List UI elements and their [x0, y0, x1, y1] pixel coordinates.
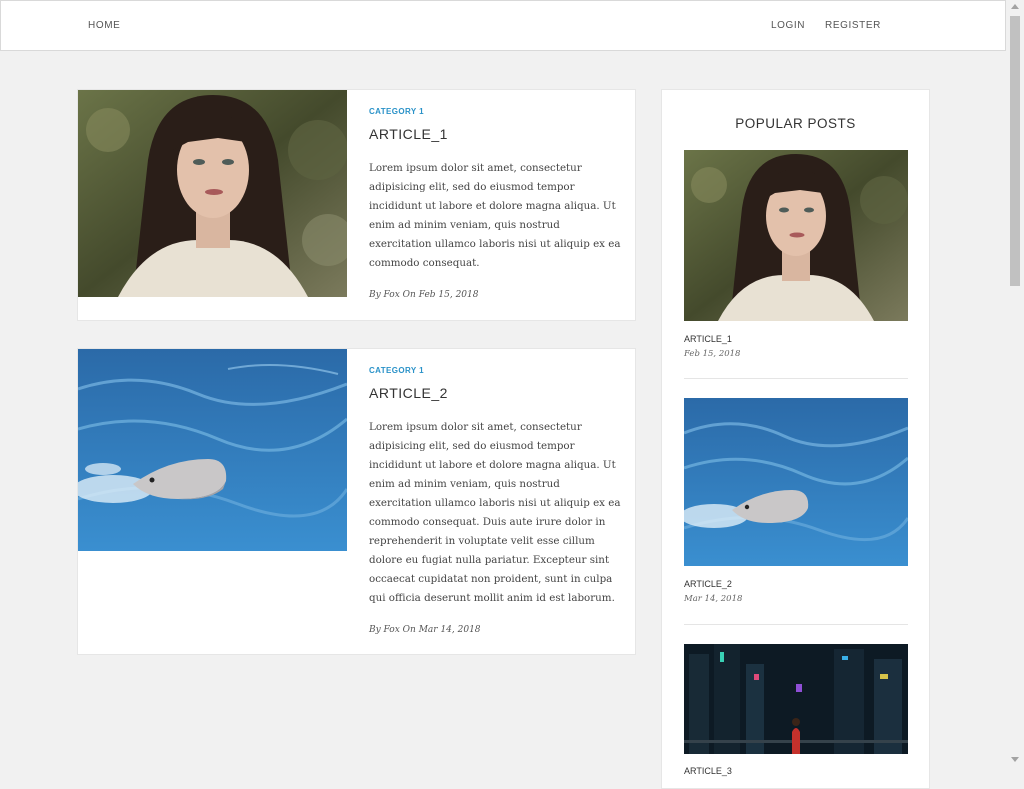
popular-post-title[interactable]: ARTICLE_1 [684, 334, 732, 344]
article-title[interactable]: ARTICLE_2 [369, 385, 448, 401]
popular-post-image-portrait[interactable] [684, 150, 908, 321]
nav-home-link[interactable]: HOME [88, 20, 120, 31]
scroll-up-icon[interactable] [1011, 4, 1019, 9]
popular-post-title[interactable]: ARTICLE_2 [684, 579, 732, 589]
popular-posts-sidebar: POPULAR POSTS ARTICLE_1 Feb 15, 2018 ART… [661, 89, 930, 789]
article-card: CATEGORY 1 ARTICLE_2 Lorem ipsum dolor s… [77, 348, 636, 655]
article-image-portrait[interactable] [78, 90, 347, 297]
article-category[interactable]: CATEGORY 1 [369, 366, 424, 375]
popular-post-date: Feb 15, 2018 [684, 349, 741, 359]
article-byline: By Fox On Feb 15, 2018 [369, 290, 479, 300]
popular-post-image-dolphin[interactable] [684, 398, 908, 566]
popular-post-date: Mar 14, 2018 [684, 594, 743, 604]
sidebar-title: POPULAR POSTS [735, 116, 856, 131]
article-category[interactable]: CATEGORY 1 [369, 107, 424, 116]
divider [684, 624, 908, 625]
scroll-down-icon[interactable] [1011, 757, 1019, 762]
page-scrollbar[interactable] [1007, 0, 1024, 768]
article-byline: By Fox On Mar 14, 2018 [369, 625, 481, 635]
nav-login-link[interactable]: LOGIN [771, 20, 805, 31]
divider [684, 378, 908, 379]
article-image-dolphin[interactable] [78, 349, 347, 551]
top-navbar: HOME LOGIN REGISTER [0, 0, 1006, 51]
article-excerpt: Lorem ipsum dolor sit amet, consectetur … [369, 162, 621, 269]
article-card: CATEGORY 1 ARTICLE_1 Lorem ipsum dolor s… [77, 89, 636, 321]
popular-post-image-city[interactable] [684, 644, 908, 754]
article-excerpt: Lorem ipsum dolor sit amet, consectetur … [369, 421, 621, 604]
scroll-thumb[interactable] [1010, 16, 1020, 286]
nav-register-link[interactable]: REGISTER [825, 20, 881, 31]
article-title[interactable]: ARTICLE_1 [369, 126, 448, 142]
